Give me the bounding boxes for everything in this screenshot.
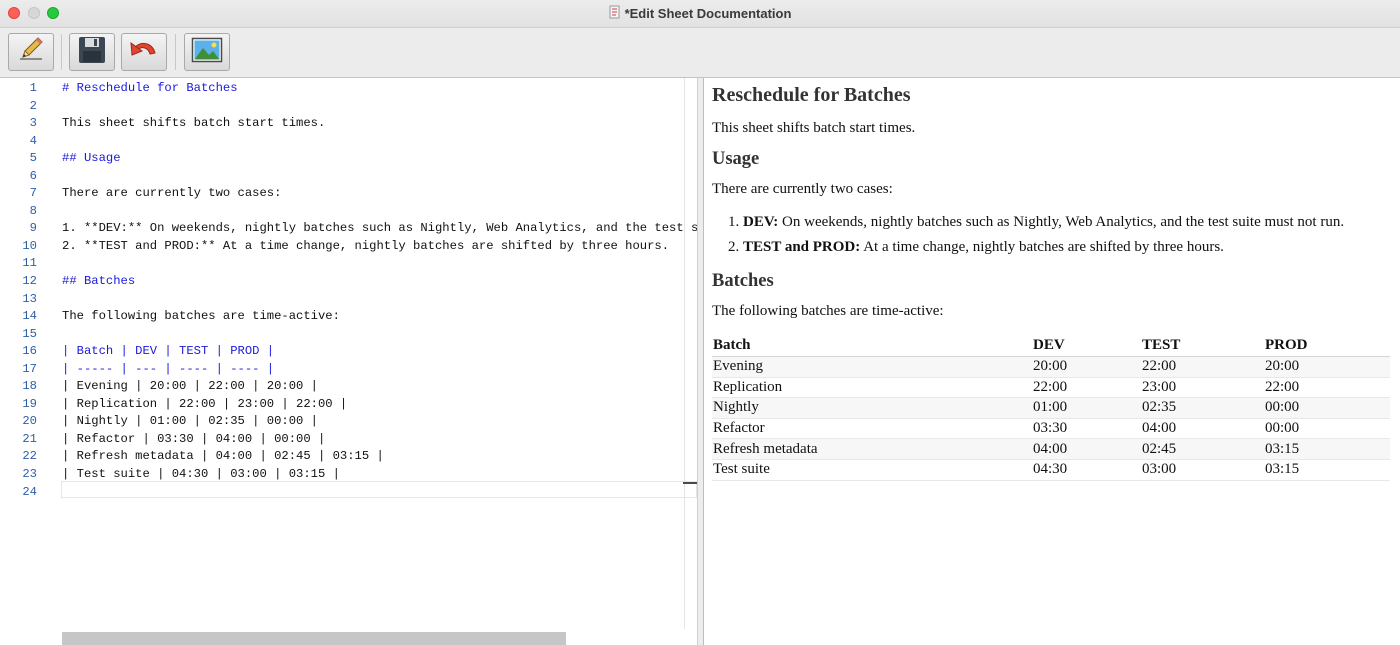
editor-line[interactable]: 3 This sheet shifts batch start times. [0, 113, 697, 131]
editor-line[interactable]: 19 | Replication | 22:00 | 23:00 | 22:00 … [0, 394, 697, 412]
floppy-disk-icon [77, 35, 107, 70]
table-cell: 20:00 [1264, 356, 1390, 378]
horizontal-scrollbar-thumb[interactable] [62, 632, 566, 645]
editor-line[interactable]: 16 | Batch | DEV | TEST | PROD | [0, 341, 697, 359]
table-cell: Nightly [712, 397, 1032, 419]
batches-table: Batch DEV TEST PROD Evening 20:00 22:00 20:… [712, 335, 1390, 481]
table-row: Test suite 04:30 03:00 03:15 [712, 459, 1390, 481]
title-bar: *Edit Sheet Documentation [0, 0, 1400, 28]
editor-line[interactable]: 1 # Reschedule for Batches [0, 78, 697, 96]
table-cell: Test suite [712, 459, 1032, 481]
image-icon [191, 36, 223, 69]
table-header-cell: TEST [1141, 335, 1264, 357]
split-pane-divider[interactable] [697, 78, 704, 645]
app-window: *Edit Sheet Documentation 1 # Reschedule… [0, 0, 1400, 645]
editor-line[interactable]: 4 [0, 131, 697, 149]
table-header-cell: PROD [1264, 335, 1390, 357]
insert-image-button[interactable] [184, 33, 230, 71]
table-row: Evening 20:00 22:00 20:00 [712, 356, 1390, 378]
table-cell: 02:35 [1141, 397, 1264, 419]
table-row: Refresh metadata 04:00 02:45 03:15 [712, 438, 1390, 460]
save-button[interactable] [69, 33, 115, 71]
table-cell: 22:00 [1032, 377, 1141, 399]
pencil-icon [16, 35, 46, 70]
preview-title: Reschedule for Batches [712, 84, 911, 106]
table-cell: 22:00 [1141, 356, 1264, 378]
editor-line[interactable]: 22 | Refresh metadata | 04:00 | 02:45 | 0… [0, 446, 697, 464]
table-cell: 04:30 [1032, 459, 1141, 481]
editor-line[interactable]: 7 There are currently two cases: [0, 183, 697, 201]
toolbar-separator [175, 34, 176, 70]
undo-arrow-icon [128, 35, 160, 70]
editor-line[interactable]: 24 [0, 482, 697, 500]
editor-line[interactable]: 8 [0, 201, 697, 219]
editor-line[interactable]: 21 | Refactor | 03:30 | 04:00 | 00:00 | [0, 429, 697, 447]
toolbar [0, 28, 1400, 78]
table-cell: 03:15 [1264, 459, 1390, 481]
editor-line[interactable]: 11 [0, 253, 697, 271]
preview-case-item: 1. DEV: On weekends, nightly batches suc… [728, 214, 1344, 231]
table-cell: Refresh metadata [712, 438, 1032, 460]
table-cell: 01:00 [1032, 397, 1141, 419]
editor-line[interactable]: 10 2. **TEST and PROD:** At a time change… [0, 236, 697, 254]
table-cell: 02:45 [1141, 438, 1264, 460]
window-title-area: *Edit Sheet Documentation [0, 0, 1400, 27]
markdown-editor[interactable]: 1 # Reschedule for Batches 2 3 This sheet sh… [0, 78, 697, 645]
table-cell: 03:00 [1141, 459, 1264, 481]
markdown-preview: Reschedule for Batches This sheet shifts… [704, 78, 1400, 645]
document-icon [609, 1, 621, 28]
list-number: 1. [728, 214, 740, 230]
editor-line[interactable]: 15 [0, 324, 697, 342]
editor-line[interactable]: 18 | Evening | 20:00 | 22:00 | 20:00 | [0, 376, 697, 394]
editor-line[interactable]: 9 1. **DEV:** On weekends, nightly batche… [0, 218, 697, 236]
table-cell: 22:00 [1264, 377, 1390, 399]
case-text: At a time change, nightly batches are sh… [860, 239, 1224, 255]
table-cell: 00:00 [1264, 397, 1390, 419]
list-number: 2. [728, 239, 740, 255]
editor-line[interactable]: 14 The following batches are time-active: [0, 306, 697, 324]
table-cell: Replication [712, 377, 1032, 399]
case-label: TEST and PROD: [743, 239, 861, 255]
editor-line[interactable]: 2 [0, 96, 697, 114]
table-cell: 00:00 [1264, 418, 1390, 440]
editor-line[interactable]: 13 [0, 289, 697, 307]
editor-line[interactable]: 23 | Test suite | 04:30 | 03:00 | 03:15 | [0, 464, 697, 482]
table-row: Refactor 03:30 04:00 00:00 [712, 418, 1390, 440]
editor-line[interactable]: 20 | Nightly | 01:00 | 02:35 | 00:00 | [0, 411, 697, 429]
line-number: 24 [22, 484, 37, 499]
table-header-cell: Batch [712, 335, 1032, 357]
vertical-scroll-marker[interactable] [683, 482, 697, 484]
editor-line[interactable]: 6 [0, 166, 697, 184]
preview-case-item: 2. TEST and PROD: At a time change, nigh… [728, 239, 1224, 256]
table-row: Replication 22:00 23:00 22:00 [712, 377, 1390, 399]
table-cell: 04:00 [1141, 418, 1264, 440]
case-text: On weekends, nightly batches such as Nig… [778, 214, 1345, 230]
code-lines: 1 # Reschedule for Batches 2 3 This sheet sh… [0, 78, 697, 499]
undo-button[interactable] [121, 33, 167, 71]
case-label: DEV: [743, 214, 779, 230]
table-cell: Evening [712, 356, 1032, 378]
edit-button[interactable] [8, 33, 54, 71]
toolbar-separator [61, 34, 62, 70]
table-cell: Refactor [712, 418, 1032, 440]
table-cell: 20:00 [1032, 356, 1141, 378]
table-cell: 23:00 [1141, 377, 1264, 399]
editor-line[interactable]: 5 ## Usage [0, 148, 697, 166]
preview-usage-text: There are currently two cases: [712, 181, 893, 197]
editor-margin-line [684, 78, 685, 645]
preview-batches-heading: Batches [712, 271, 774, 291]
preview-intro: This sheet shifts batch start times. [712, 120, 916, 136]
table-header-cell: DEV [1032, 335, 1141, 357]
preview-batches-text: The following batches are time-active: [712, 303, 944, 319]
table-row: Nightly 01:00 02:35 00:00 [712, 397, 1390, 419]
table-cell: 03:30 [1032, 418, 1141, 440]
table-cell: 04:00 [1032, 438, 1141, 460]
window-title: *Edit Sheet Documentation [624, 6, 792, 21]
table-header-row: Batch DEV TEST PROD [712, 335, 1390, 357]
editor-line[interactable]: 17 | ----- | --- | ---- | ---- | [0, 359, 697, 377]
preview-usage-heading: Usage [712, 149, 760, 169]
table-cell: 03:15 [1264, 438, 1390, 460]
editor-line[interactable]: 12 ## Batches [0, 271, 697, 289]
